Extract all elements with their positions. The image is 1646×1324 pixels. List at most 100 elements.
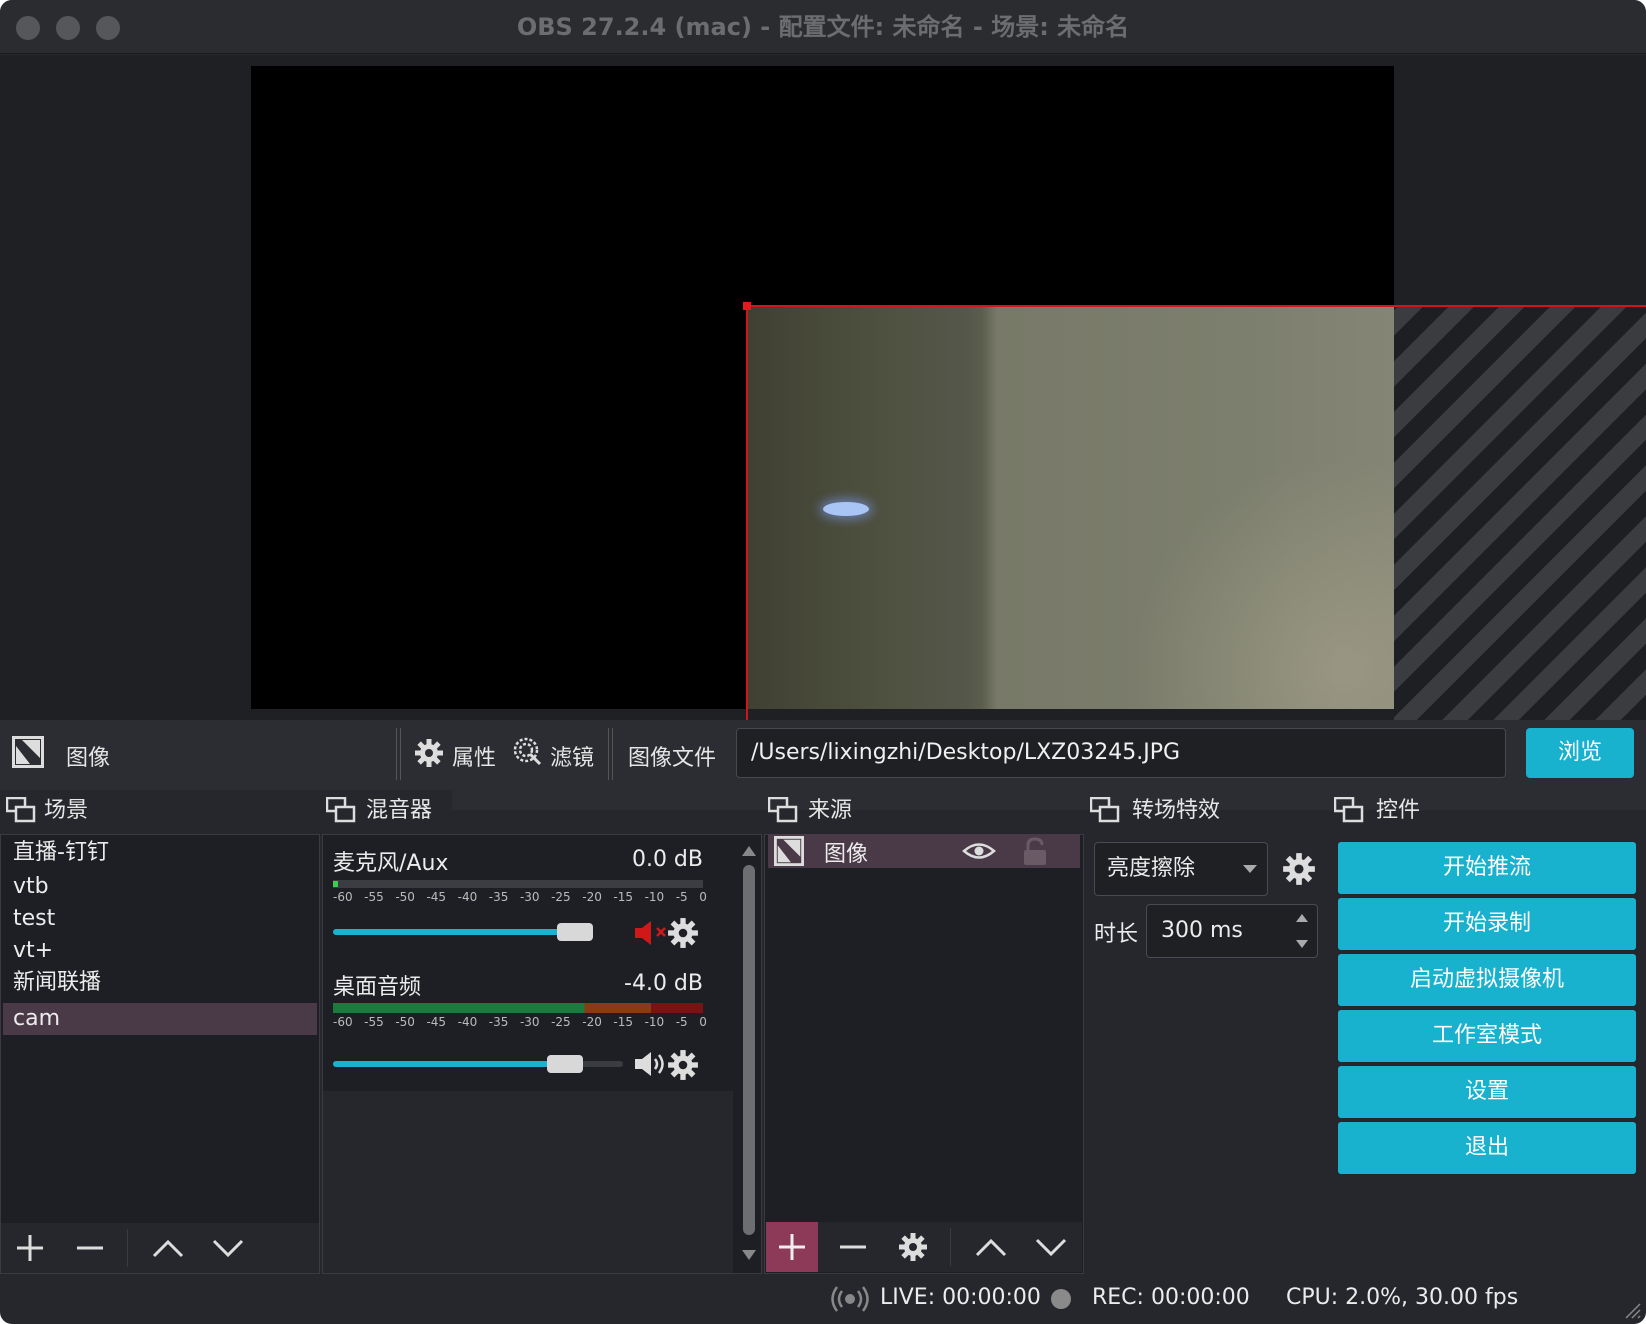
dock-float-icon[interactable] [1334, 797, 1364, 823]
tick-label: -15 [613, 890, 634, 904]
scroll-up-arrow-icon[interactable] [741, 845, 757, 857]
duration-label: 时长 [1094, 922, 1139, 947]
tick-label: -35 [488, 890, 509, 904]
filter-icon[interactable] [512, 736, 544, 768]
tick-label: -30 [519, 1015, 540, 1029]
sources-toolbar [766, 1222, 1082, 1272]
preview-area[interactable] [0, 55, 1646, 720]
transition-select[interactable]: 亮度擦除 [1094, 842, 1268, 896]
scene-item-selected[interactable]: cam [3, 1003, 317, 1035]
tick-label: -35 [488, 1015, 509, 1029]
plus-icon [779, 1234, 805, 1260]
remove-source-button[interactable] [826, 1222, 880, 1272]
transition-settings-gear-icon[interactable] [1282, 852, 1316, 886]
eye-icon[interactable] [962, 840, 996, 862]
gear-icon[interactable] [667, 917, 699, 949]
rec-timer: REC: 00:00:00 [1092, 1285, 1250, 1310]
speaker-icon[interactable] [633, 1049, 669, 1079]
resize-grip-icon[interactable] [1620, 1298, 1642, 1320]
photo-light-spot [823, 502, 869, 516]
duration-value: 300 ms [1161, 918, 1243, 943]
source-properties-button[interactable] [886, 1222, 940, 1272]
scene-item[interactable]: test [3, 903, 317, 935]
volume-meter [333, 880, 703, 888]
dock-float-icon[interactable] [326, 797, 356, 823]
add-source-button[interactable] [766, 1222, 818, 1272]
scene-item[interactable]: vtb [3, 871, 317, 903]
dock-float-icon[interactable] [768, 797, 798, 823]
tick-label: 0 [699, 1015, 707, 1029]
dock-float-icon[interactable] [1090, 797, 1120, 823]
start-virtual-camera-button[interactable]: 启动虚拟摄像机 [1338, 954, 1636, 1006]
source-item[interactable]: 图像 [768, 834, 1080, 868]
unlock-icon[interactable] [1022, 837, 1048, 867]
scrollbar-thumb[interactable] [743, 865, 755, 1235]
tick-label: -40 [457, 890, 478, 904]
sources-header: 来源 [808, 798, 853, 823]
duration-spinbox[interactable]: 300 ms [1146, 904, 1318, 958]
settings-button[interactable]: 设置 [1338, 1066, 1636, 1118]
mixer-empty-area [323, 1091, 733, 1273]
window-title: OBS 27.2.4 (mac) - 配置文件: 未命名 - 场景: 未命名 [516, 13, 1130, 41]
tick-label: -50 [395, 890, 415, 904]
volume-slider-handle[interactable] [547, 1055, 583, 1073]
image-file-label: 图像文件 [628, 746, 717, 771]
image-path-field[interactable]: /Users/lixingzhi/Desktop/LXZ03245.JPG [736, 728, 1506, 778]
mixer-channel-db: -4.0 dB [624, 971, 703, 996]
gear-icon[interactable] [667, 1049, 699, 1081]
dropdown-arrow-icon [1243, 865, 1257, 873]
tick-label: -50 [395, 1015, 415, 1029]
live-timer: LIVE: 00:00:00 [880, 1285, 1041, 1310]
tick-label: -5 [675, 890, 688, 904]
toolbar-separator [608, 728, 613, 780]
source-item-label: 图像 [824, 842, 869, 867]
tick-label: -15 [613, 1015, 634, 1029]
mixer-header: 混音器 [366, 798, 433, 823]
tick-label: -10 [644, 1015, 665, 1029]
spin-down-arrow-icon[interactable] [1295, 939, 1309, 949]
exit-button[interactable]: 退出 [1338, 1122, 1636, 1174]
scene-item[interactable]: vt+ [3, 935, 317, 967]
image-source-preview[interactable] [747, 306, 1394, 709]
scroll-down-arrow-icon[interactable] [741, 1249, 757, 1261]
start-recording-button[interactable]: 开始录制 [1338, 898, 1636, 950]
controls-header: 控件 [1376, 798, 1421, 823]
tick-label: -25 [551, 890, 571, 904]
move-scene-up-button[interactable] [141, 1223, 195, 1273]
start-streaming-button[interactable]: 开始推流 [1338, 842, 1636, 894]
transitions-panel [1086, 834, 1330, 1274]
add-scene-button[interactable] [3, 1223, 57, 1273]
move-scene-down-button[interactable] [201, 1223, 255, 1273]
mixer-channel-db: 0.0 dB [631, 847, 703, 872]
record-indicator-icon [1051, 1289, 1071, 1309]
dock-float-icon[interactable] [6, 797, 36, 823]
filters-button[interactable]: 滤镜 [550, 740, 594, 772]
scene-item[interactable]: 直播-钉钉 [3, 837, 317, 869]
broadcast-icon [831, 1286, 869, 1312]
toolbar-separator [396, 728, 401, 780]
tick-label: -60 [333, 890, 353, 904]
browse-button[interactable]: 浏览 [1526, 728, 1634, 778]
mixer-scrollbar[interactable] [737, 835, 761, 1273]
transitions-header: 转场特效 [1132, 798, 1221, 823]
volume-meter [333, 1003, 703, 1013]
tick-label: -20 [582, 890, 602, 904]
move-source-down-button[interactable] [1024, 1222, 1078, 1272]
selection-resize-handle[interactable] [743, 302, 751, 310]
remove-scene-button[interactable] [63, 1223, 117, 1273]
selection-border-top [746, 305, 1646, 307]
spin-up-arrow-icon[interactable] [1295, 913, 1309, 923]
mixer-channel-name: 麦克风/Aux [333, 851, 449, 876]
tick-label: -55 [364, 890, 384, 904]
meter-peak [333, 881, 338, 887]
volume-slider-handle[interactable] [557, 923, 593, 941]
scenes-list[interactable]: 直播-钉钉 vtb test vt+ 新闻联播 cam [0, 834, 320, 1274]
gear-icon[interactable] [414, 738, 444, 768]
studio-mode-button[interactable]: 工作室模式 [1338, 1010, 1636, 1062]
cpu-fps-indicator: CPU: 2.0%, 30.00 fps [1286, 1285, 1519, 1310]
sources-list[interactable] [764, 834, 1084, 1274]
image-icon [12, 736, 44, 768]
move-source-up-button[interactable] [964, 1222, 1018, 1272]
tick-label: -45 [426, 1015, 447, 1029]
scene-item[interactable]: 新闻联播 [3, 967, 317, 999]
